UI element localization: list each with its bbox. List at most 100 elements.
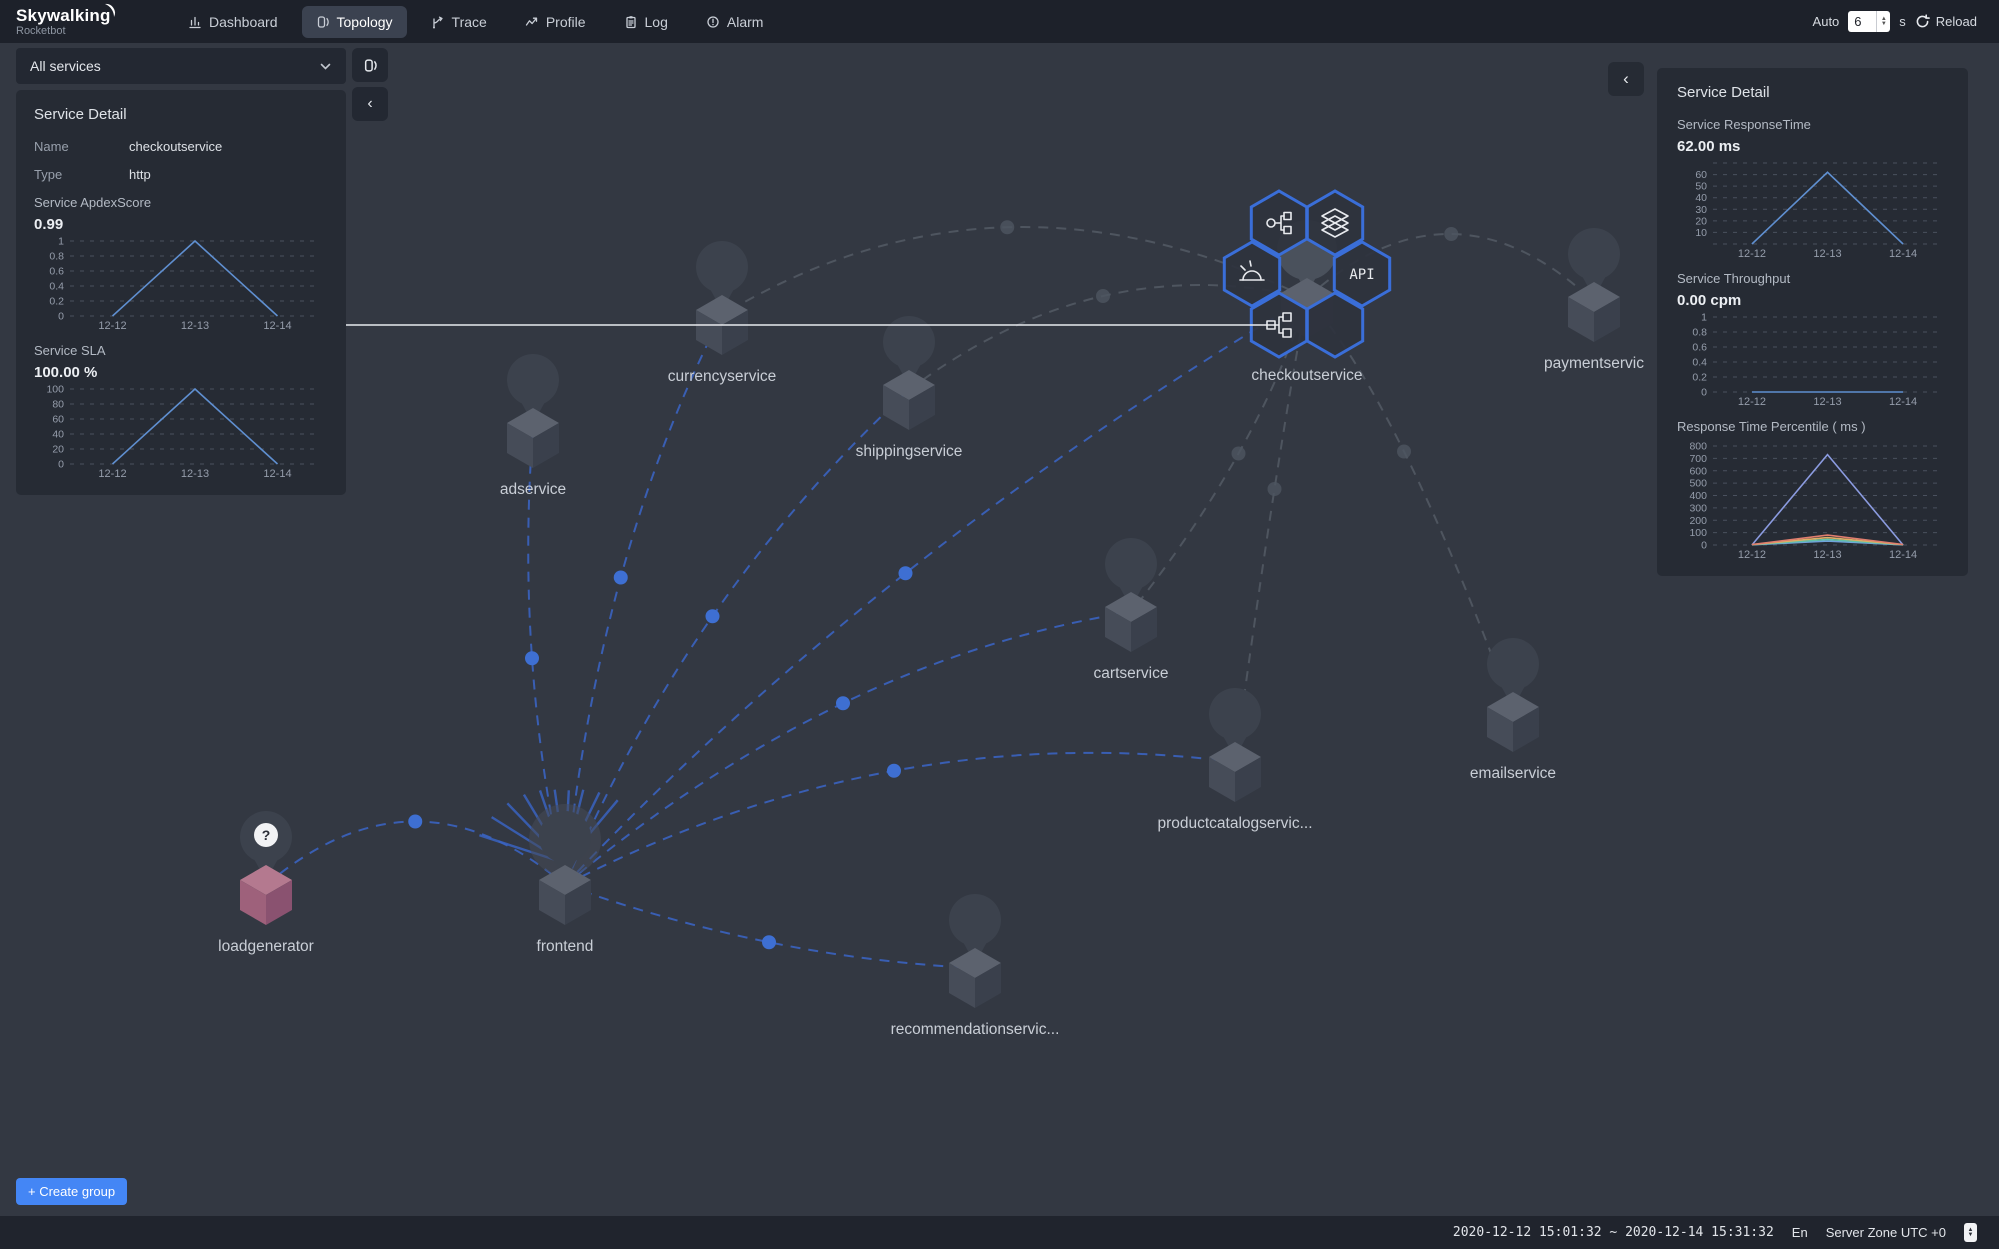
topology-node-cartservice[interactable]: cartservice [1094,538,1169,682]
edge-traffic-dot [614,571,628,585]
services-dropdown-value: All services [30,58,101,74]
percentile-title: Response Time Percentile ( ms ) [1677,419,1948,434]
svg-text:1: 1 [58,236,64,248]
sla-value: 100.00 % [34,364,328,381]
auto-interval-stepper[interactable]: ▲▼ [1876,11,1890,32]
nav-item-log[interactable]: Log [610,6,682,38]
hex-menu-empty[interactable] [1307,293,1362,357]
nav-item-label: Topology [337,14,393,30]
collapse-left-panel-button[interactable]: ‹ [352,87,388,121]
svg-text:12-13: 12-13 [1813,396,1841,408]
svg-text:500: 500 [1689,478,1707,490]
throughput-value: 0.00 cpm [1677,292,1948,309]
time-range[interactable]: 2020-12-12 15:01:32 ~ 2020-12-14 15:31:3… [1453,1225,1774,1240]
topology-node-loadgenerator[interactable]: ? loadgenerator [218,811,314,955]
edge-frontend-recommendationservic [565,885,975,968]
field-value: checkoutservice [129,139,222,154]
svg-text:12-12: 12-12 [1738,549,1766,561]
node-label-productcatalogservic: productcatalogservic... [1157,815,1312,832]
svg-text:12-14: 12-14 [263,320,291,332]
edge-loadgenerator-frontend [266,822,565,886]
nav-item-dashboard[interactable]: Dashboard [174,6,292,38]
nav-item-label: Dashboard [209,14,278,30]
log-icon [624,15,638,29]
topology-mini-icon [363,58,378,73]
hex-menu-topology[interactable] [325,293,1307,357]
svg-text:400: 400 [1689,490,1707,502]
svg-text:12-13: 12-13 [181,320,209,332]
reload-icon [1915,14,1930,29]
series-response-time [1752,172,1903,244]
response-time-title: Service ResponseTime [1677,117,1948,132]
dashboard-icon [188,15,202,29]
topology-node-paymentservic[interactable]: paymentservic [1544,228,1644,372]
node-pin [1105,538,1157,590]
topology-node-productcatalogservic[interactable]: productcatalogservic... [1157,688,1312,832]
edge-traffic-dot [836,696,850,710]
node-pin [1209,688,1261,740]
nav-item-profile[interactable]: Profile [511,6,600,38]
topology-tools: ‹ [352,48,388,121]
edge-traffic-dot [525,651,539,665]
edge-traffic-dot [706,609,720,623]
svg-text:12-13: 12-13 [181,468,209,480]
topology-node-shippingservice[interactable]: shippingservice [856,316,963,460]
svg-text:0.2: 0.2 [49,296,64,308]
response-time-value: 62.00 ms [1677,138,1948,155]
nav-item-alarm[interactable]: Alarm [692,6,778,38]
edge-checkoutservice-currencyservice [722,227,1307,315]
topology-node-recommendationservic[interactable]: recommendationservic... [891,894,1060,1038]
svg-text:50: 50 [1695,181,1707,193]
reload-button[interactable]: Reload [1915,14,1977,29]
svg-text:40: 40 [52,429,64,441]
svg-text:40: 40 [1695,192,1707,204]
topology-node-currencyservice[interactable]: currencyservice [668,241,777,385]
nav-item-label: Profile [546,14,586,30]
svg-text:600: 600 [1689,465,1707,477]
svg-text:80: 80 [52,399,64,411]
apdex-value: 0.99 [34,216,328,233]
auto-label: Auto [1813,14,1840,29]
field-label: Name [34,139,129,154]
edge-traffic-dot [1268,482,1282,496]
svg-text:12-12: 12-12 [1738,248,1766,260]
series-sla [113,389,278,464]
create-group-button[interactable]: + Create group [16,1178,127,1205]
collapse-right-panel-button[interactable]: ‹ [1608,62,1644,96]
topology-node-adservice[interactable]: adservice [500,354,566,498]
logo-swoosh-icon [102,3,120,21]
topology-icon [325,313,1291,337]
service-name-row: Name checkoutservice [34,139,328,154]
svg-text:0: 0 [1701,540,1707,552]
nav-item-trace[interactable]: Trace [417,6,501,38]
node-label-loadgenerator: loadgenerator [218,938,314,955]
nav-item-topology[interactable]: Topology [302,6,407,38]
node-label-paymentservic: paymentservic [1544,355,1644,372]
svg-text:12-12: 12-12 [98,468,126,480]
field-value: http [129,167,151,182]
svg-text:10: 10 [1695,227,1707,239]
app-logo: Skywalking Rocketbot [16,7,126,37]
node-label-checkoutservice: checkoutservice [1251,367,1362,384]
svg-text:?: ? [262,827,271,843]
svg-text:12-14: 12-14 [1889,248,1917,260]
server-zone-stepper[interactable]: ▲▼ [1964,1223,1977,1242]
sla-chart: 10080604020012-1212-1312-14 [34,383,326,481]
depth-toggle-button[interactable] [352,48,388,82]
node-pin [1487,638,1539,690]
topology-node-frontend[interactable]: frontend [529,804,601,955]
trace-icon [431,15,445,29]
services-dropdown[interactable]: All services [16,48,346,84]
reload-label: Reload [1936,14,1977,29]
node-label-cartservice: cartservice [1094,665,1169,682]
auto-unit: s [1899,14,1906,29]
svg-text:60: 60 [52,414,64,426]
node-label-shippingservice: shippingservice [856,443,963,460]
language-selector[interactable]: En [1792,1225,1808,1240]
throughput-title: Service Throughput [1677,271,1948,286]
sla-title: Service SLA [34,343,328,358]
node-label-frontend: frontend [537,938,594,955]
auto-interval-input[interactable]: 6 ▲▼ [1848,11,1890,32]
topology-node-emailservice[interactable]: emailservice [1470,638,1556,782]
series-p99 [1752,455,1903,545]
